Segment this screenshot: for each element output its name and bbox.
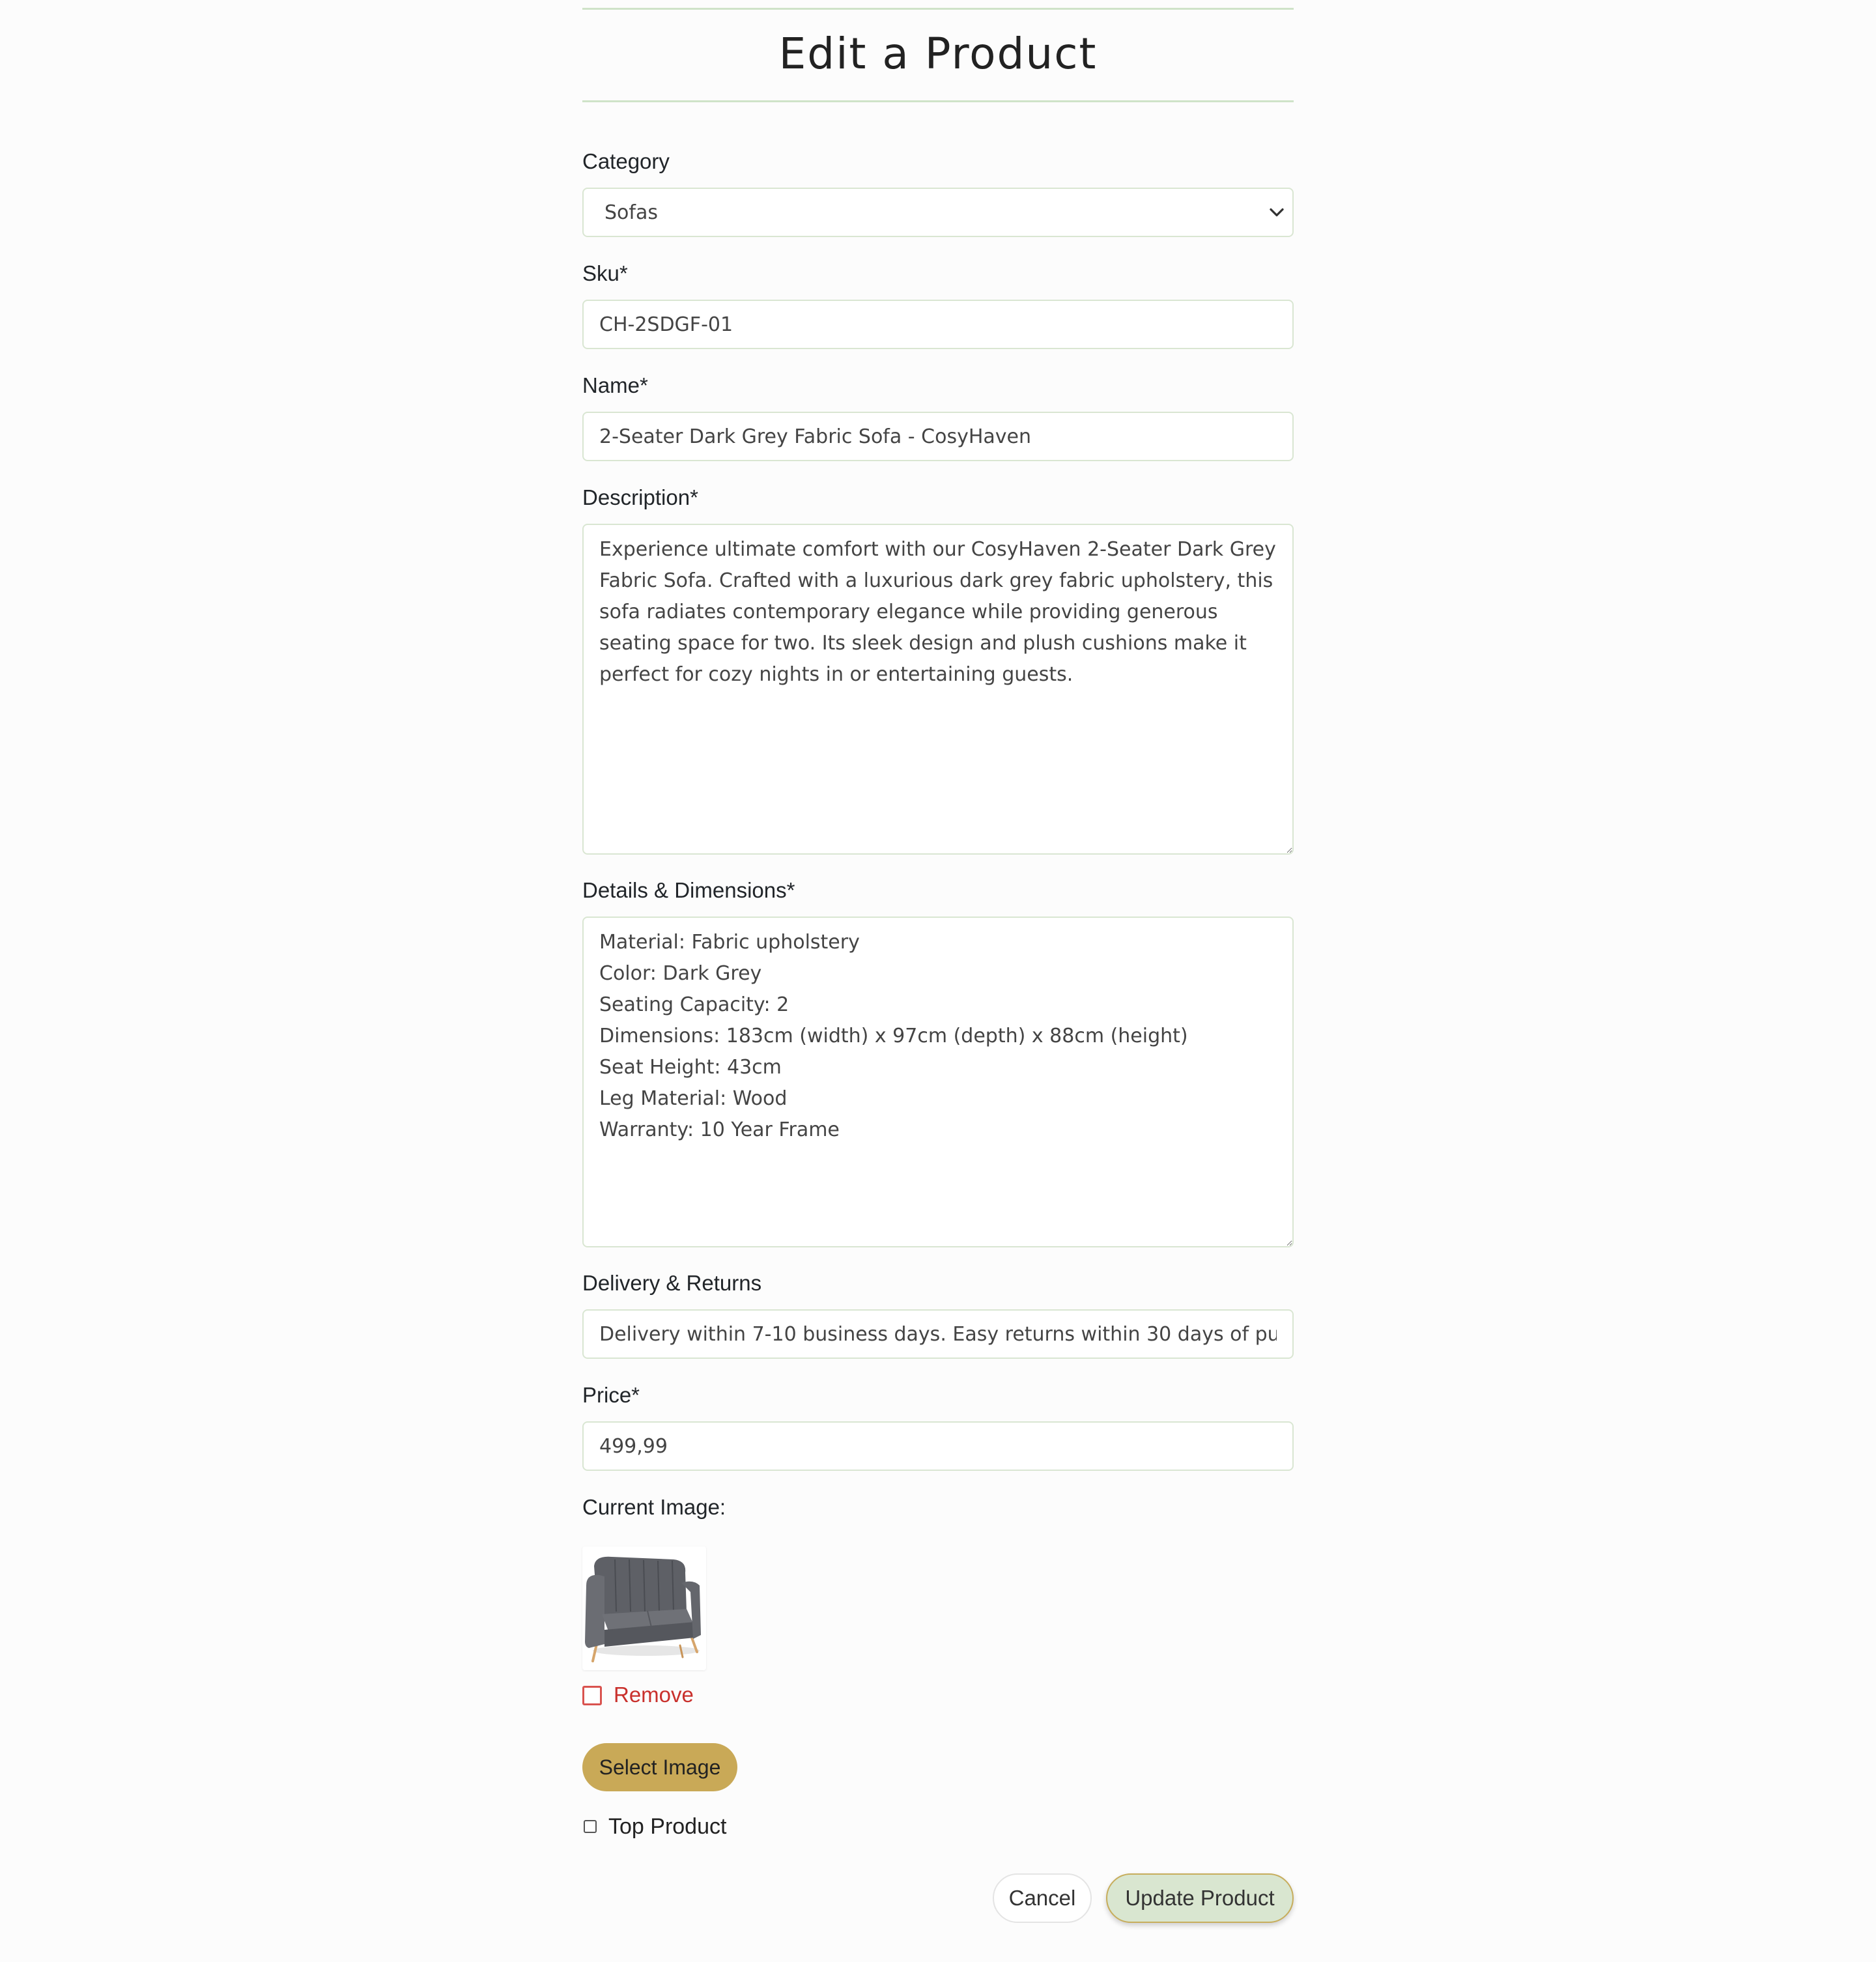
description-textarea[interactable]: Experience ultimate comfort with our Cos… bbox=[582, 524, 1294, 855]
delivery-label: Delivery & Returns bbox=[582, 1271, 762, 1295]
price-input[interactable] bbox=[582, 1421, 1294, 1471]
cancel-button[interactable]: Cancel bbox=[993, 1873, 1092, 1923]
delivery-input[interactable] bbox=[582, 1309, 1294, 1359]
current-image-label: Current Image: bbox=[582, 1495, 726, 1519]
update-product-button[interactable]: Update Product bbox=[1106, 1873, 1294, 1923]
details-label: Details & Dimensions* bbox=[582, 878, 795, 902]
title-bottom-divider bbox=[582, 100, 1294, 102]
remove-image-checkbox[interactable] bbox=[582, 1686, 602, 1705]
title-top-divider bbox=[582, 8, 1294, 10]
category-label: Category bbox=[582, 149, 670, 173]
page-title: Edit a Product bbox=[778, 29, 1098, 79]
sku-label: Sku* bbox=[582, 261, 628, 285]
top-product-checkbox[interactable] bbox=[584, 1820, 597, 1833]
name-label: Name* bbox=[582, 373, 648, 397]
top-product-label[interactable]: Top Product bbox=[608, 1813, 726, 1840]
category-select[interactable]: Sofas bbox=[582, 188, 1294, 237]
current-image-thumbnail bbox=[582, 1546, 706, 1670]
select-image-button[interactable]: Select Image bbox=[582, 1743, 737, 1791]
sofa-image bbox=[585, 1556, 701, 1662]
remove-image-label[interactable]: Remove bbox=[614, 1682, 694, 1708]
name-input[interactable] bbox=[582, 412, 1294, 461]
details-textarea[interactable]: Material: Fabric upholstery Color: Dark … bbox=[582, 917, 1294, 1247]
price-label: Price* bbox=[582, 1383, 640, 1407]
description-label: Description* bbox=[582, 485, 698, 509]
sku-input[interactable] bbox=[582, 300, 1294, 349]
